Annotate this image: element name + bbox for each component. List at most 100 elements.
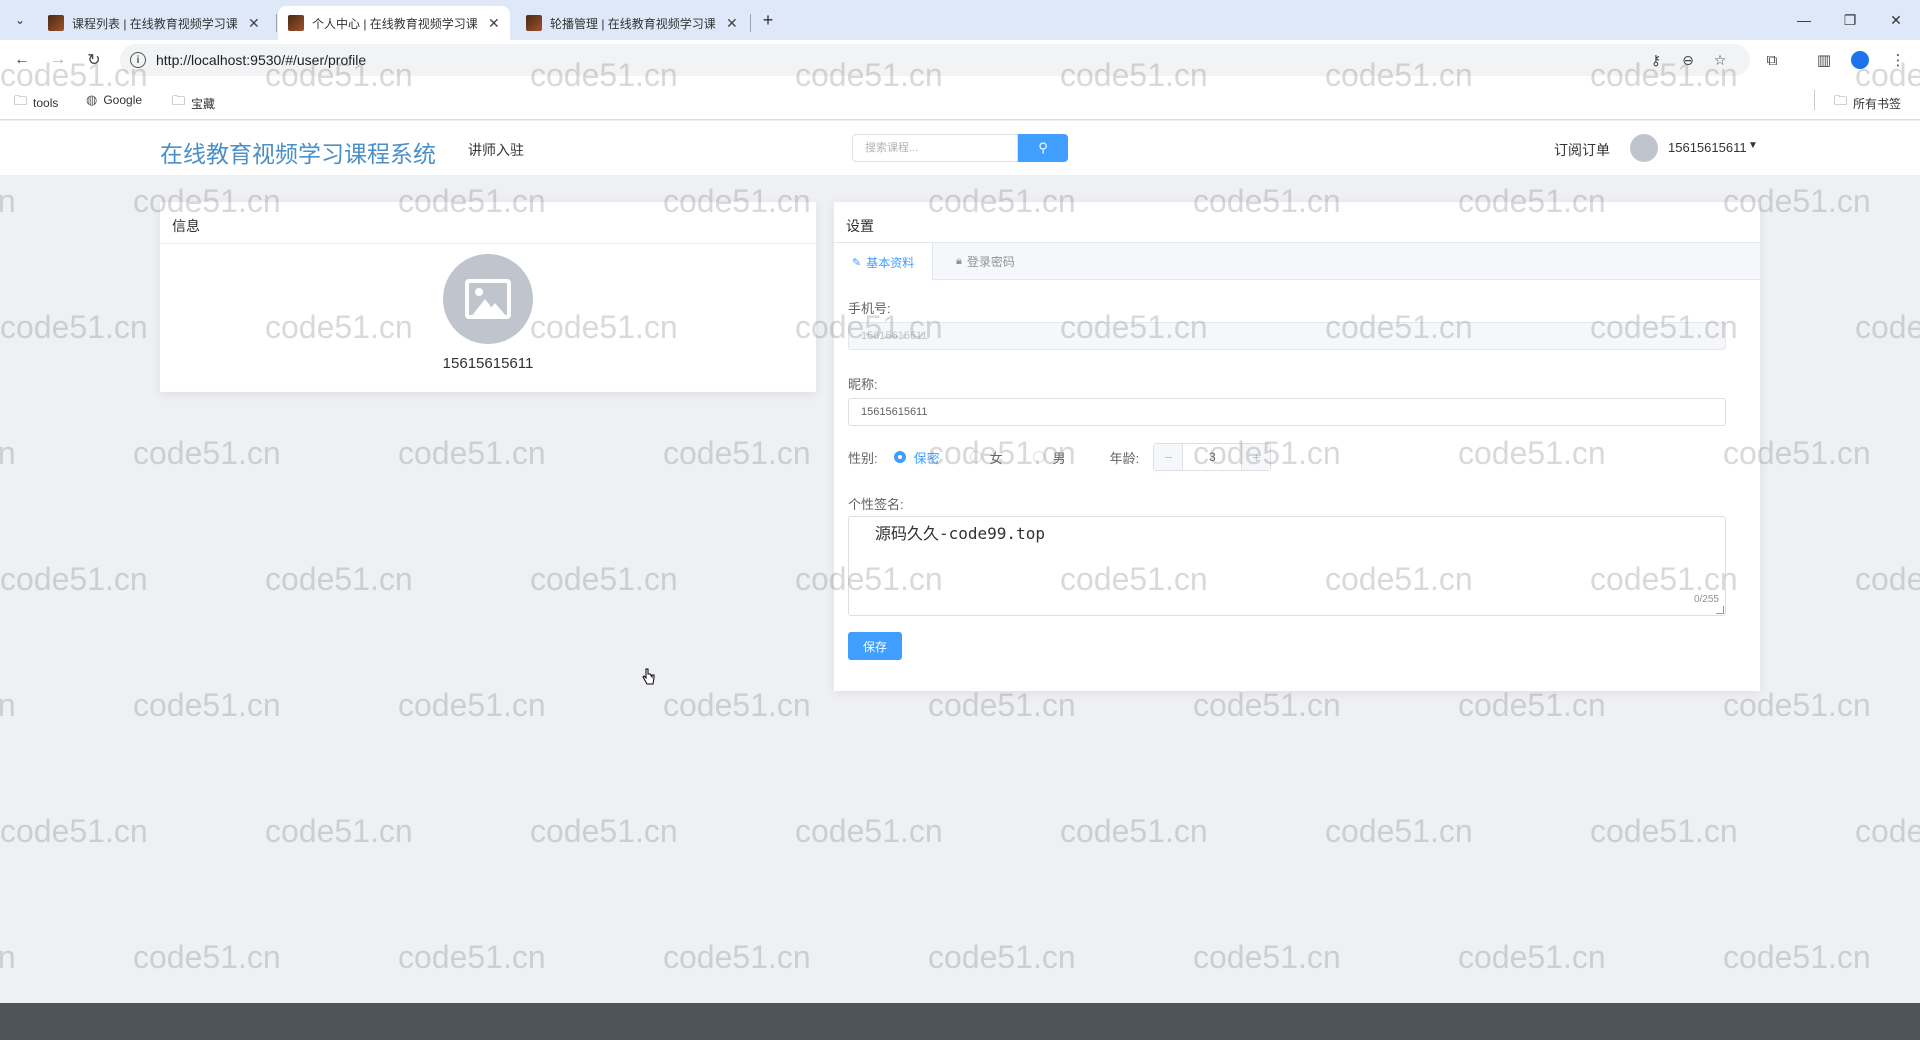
bookmark-treasure[interactable]: 🗀 宝藏 [172,92,215,114]
watermark-text: code51.cn [928,687,1076,723]
close-icon[interactable]: ✕ [248,15,260,32]
bookmark-tools[interactable]: 🗀 tools [14,92,58,114]
search-input[interactable]: 搜索课程... [852,134,1018,162]
search-icon: ⚲ [1038,140,1048,155]
watermark-text: code51.cn [1458,939,1606,975]
bookmark-divider [1814,90,1815,110]
address-url[interactable]: http://localhost:9530/#/user/profile [156,52,366,68]
watermark-text: code51.cn [928,939,1076,975]
bookmarks-bar: 🗀 tools ◍ Google 🗀 宝藏 🗀 所有书签 [0,80,1920,120]
watermark-text: code51.cn [1855,309,1920,345]
window-close-icon[interactable]: ✕ [1884,8,1908,32]
zoom-icon[interactable]: ⊖ [1678,50,1698,70]
settings-tabs: ✎ 基本资料 🔒︎ 登录密码 [834,242,1760,281]
close-icon[interactable]: ✕ [488,15,500,32]
watermark-text: code51.cn [1193,939,1341,975]
site-header: 在线教育视频学习课程系统 讲师入驻 搜索课程... ⚲ 订阅订单 1561561… [0,121,1920,175]
nickname-label: 昵称: [848,377,878,392]
reload-icon[interactable]: ↻ [82,48,106,72]
resize-handle-icon[interactable] [1716,606,1724,614]
tab-label: 基本资料 [866,255,915,270]
avatar[interactable] [1630,134,1658,162]
browser-toolbar: ← → ↻ i http://localhost:9530/#/user/pro… [0,40,1920,80]
site-logo[interactable]: 在线教育视频学习课程系统 [160,135,436,169]
close-icon[interactable]: ✕ [726,15,738,32]
watermark-text: code51.cn [0,687,16,723]
nav-orders[interactable]: 订阅订单 [1554,140,1610,160]
tab-title: 个人中心 | 在线教育视频学习课 [312,16,478,31]
extensions-icon[interactable]: ⧉ [1760,48,1784,72]
age-stepper[interactable]: − 3 + [1153,443,1272,471]
lock-icon: 🔒︎ [956,255,962,267]
save-button[interactable]: 保存 [848,632,902,660]
watermark-text: code51.cn [1855,813,1920,849]
watermark-text: code51.cn [265,813,413,849]
more-menu-icon[interactable]: ⋮ [1886,48,1910,72]
side-panel-icon[interactable]: ▥ [1812,48,1836,72]
site-info-icon[interactable]: i [130,52,146,68]
site-favicon-icon [526,15,542,31]
site-favicon-icon [288,15,304,31]
bookmark-label: Google [103,93,143,107]
plus-icon[interactable]: + [1242,444,1271,470]
gender-label: 性别: [848,450,878,466]
watermark-text: code51.cn [1193,687,1341,723]
info-card: 信息 15615615611 [160,202,816,392]
search-button[interactable]: ⚲ [1018,134,1068,162]
tab-basic-info[interactable]: ✎ 基本资料 [834,243,934,281]
nav-instructor-join[interactable]: 讲师入驻 [468,140,524,160]
phone-label: 手机号: [848,301,891,316]
all-bookmarks[interactable]: 🗀 所有书签 [1834,92,1901,114]
watermark-text: code51.cn [1325,813,1473,849]
folder-icon: 🗀 [172,93,186,108]
minimize-icon[interactable]: — [1792,8,1816,32]
browser-tab-profile[interactable]: 个人中心 | 在线教育视频学习课 ✕ [278,6,510,40]
settings-card-title: 设置 [846,218,874,234]
tab-search-chevron-icon[interactable]: ⌄ [8,8,32,32]
gender-radio-secret[interactable]: 保密 [893,448,940,467]
settings-card: 设置 ✎ 基本资料 🔒︎ 登录密码 手机号: 15615615611 昵称: 1… [834,202,1760,691]
browser-tabstrip: ⌄ 课程列表 | 在线教育视频学习课 ✕ 个人中心 | 在线教育视频学习课 ✕ … [0,0,1920,40]
nickname-field[interactable]: 15615615611 [848,398,1726,426]
signature-text: 源码久久-code99.top [875,524,1045,543]
tab-login-password[interactable]: 🔒︎ 登录密码 [938,243,1033,280]
watermark-text: code51.cn [663,687,811,723]
gender-radio-female[interactable]: 女 [969,448,1003,467]
watermark-text: code51.cn [133,939,281,975]
signature-counter: 0/255 [1693,594,1719,605]
radio-dot-icon [893,451,906,463]
watermark-text: code51.cn [530,561,678,597]
new-tab-button[interactable]: + [756,8,780,32]
watermark-text: code51.cn [1723,687,1871,723]
watermark-text: code51.cn [1458,687,1606,723]
forward-arrow-icon[interactable]: → [46,48,70,72]
address-bar[interactable]: i http://localhost:9530/#/user/profile ⚷… [120,44,1750,76]
watermark-text: code51.cn [0,309,148,345]
minus-icon[interactable]: − [1154,444,1183,470]
info-card-title: 信息 [160,202,816,244]
profile-icon[interactable] [1848,48,1872,72]
bookmark-label: tools [33,96,59,110]
globe-icon: ◍ [86,92,98,107]
password-key-icon[interactable]: ⚷ [1646,50,1666,70]
profile-avatar[interactable] [443,254,533,344]
user-menu-name[interactable]: 15615615611 [1668,140,1747,155]
bookmark-google[interactable]: ◍ Google [86,92,142,108]
signature-textarea[interactable]: 源码久久-code99.top 0/255 [848,516,1726,616]
tab-divider [750,14,751,32]
image-placeholder-icon [465,279,511,319]
age-value[interactable]: 3 [1182,444,1243,470]
restore-icon[interactable]: ❐ [1838,8,1862,32]
browser-tab-carousel[interactable]: 轮播管理 | 在线教育视频学习课 ✕ [516,6,748,40]
tab-title: 轮播管理 | 在线教育视频学习课 [550,16,716,31]
watermark-text: code51.cn [0,183,16,219]
phone-field[interactable]: 15615615611 [848,322,1726,350]
back-arrow-icon[interactable]: ← [10,48,34,72]
caret-down-icon[interactable]: ▼ [1748,140,1758,151]
watermark-text: code51.cn [795,813,943,849]
gender-radio-male[interactable]: 男 [1032,448,1066,467]
radio-label: 女 [989,450,1003,466]
browser-tab-course-list[interactable]: 课程列表 | 在线教育视频学习课 ✕ [38,6,270,40]
bookmark-star-icon[interactable]: ☆ [1710,50,1730,70]
watermark-text: code51.cn [663,939,811,975]
